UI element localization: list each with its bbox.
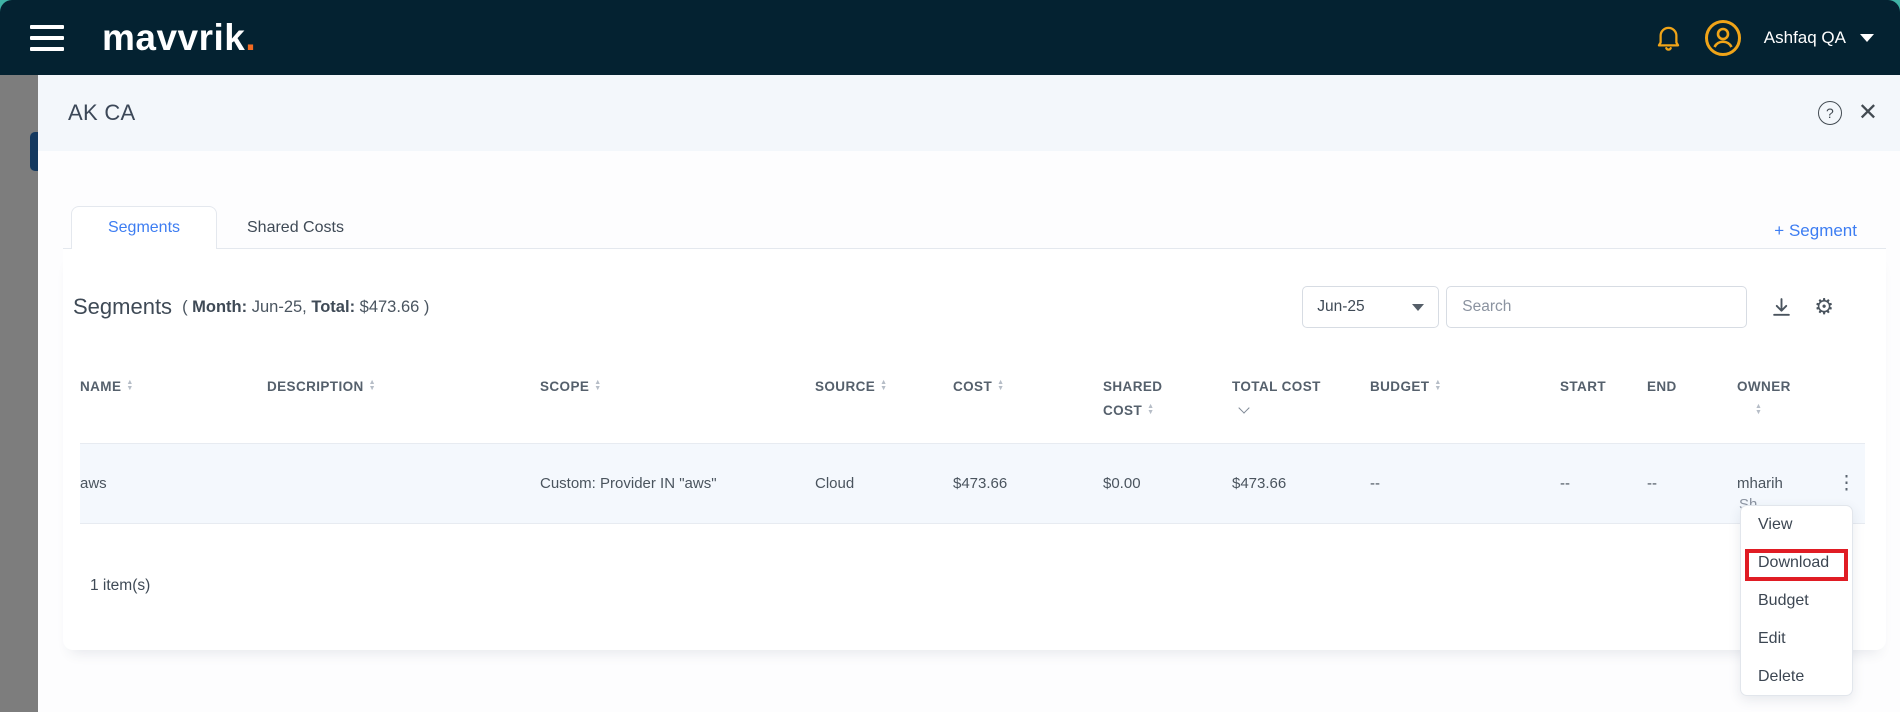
segments-table: NAME▲▼ DESCRIPTION▲▼ SCOPE▲▼ SOURCE▲▼ CO… xyxy=(80,365,1865,524)
col-description[interactable]: DESCRIPTION▲▼ xyxy=(267,365,540,443)
sort-icon: ▲▼ xyxy=(1755,404,1762,416)
col-scope[interactable]: SCOPE▲▼ xyxy=(540,365,815,443)
brand-dot: . xyxy=(245,17,256,58)
notification-bell-icon[interactable] xyxy=(1655,23,1682,53)
col-budget[interactable]: BUDGET▲▼ xyxy=(1370,365,1560,443)
navbar-right-group: Ashfaq QA xyxy=(1655,0,1874,75)
month-value: Jun-25, xyxy=(252,298,307,316)
close-icon[interactable]: ✕ xyxy=(1858,101,1878,125)
sort-icon: ▲▼ xyxy=(594,380,601,392)
month-dropdown[interactable]: Jun-25 xyxy=(1302,286,1439,328)
cell-cost: $473.66 xyxy=(953,443,1103,523)
col-actions xyxy=(1837,365,1865,443)
col-source[interactable]: SOURCE▲▼ xyxy=(815,365,953,443)
col-end[interactable]: END xyxy=(1647,365,1737,443)
app-root: mavvrik. Ashfaq QA xyxy=(0,0,1900,712)
page-title: AK CA xyxy=(68,100,136,126)
cell-start: -- xyxy=(1560,443,1647,523)
menu-item-budget[interactable]: Budget xyxy=(1741,582,1852,620)
help-icon[interactable]: ? xyxy=(1818,101,1842,125)
chevron-down-icon xyxy=(1412,304,1424,311)
table-header-row: NAME▲▼ DESCRIPTION▲▼ SCOPE▲▼ SOURCE▲▼ CO… xyxy=(80,365,1865,443)
search-input[interactable] xyxy=(1446,286,1747,328)
item-count: 1 item(s) xyxy=(90,577,150,595)
section-title: Segments xyxy=(73,294,172,320)
cell-budget: -- xyxy=(1370,443,1560,523)
col-name[interactable]: NAME▲▼ xyxy=(80,365,267,443)
menu-item-edit[interactable]: Edit xyxy=(1741,620,1852,658)
add-segment-button[interactable]: + Segment xyxy=(1774,221,1857,241)
sort-icon: ▲▼ xyxy=(880,380,887,392)
row-context-menu: View Download Budget Edit Delete xyxy=(1740,505,1853,696)
col-cost[interactable]: COST▲▼ xyxy=(953,365,1103,443)
cell-scope: Custom: Provider IN "aws" xyxy=(540,443,815,523)
menu-item-view[interactable]: View xyxy=(1741,506,1852,544)
month-label: Month: xyxy=(192,298,247,316)
panel-header: AK CA ? ✕ xyxy=(38,75,1900,151)
col-total-cost[interactable]: TOTAL COST xyxy=(1232,365,1370,443)
tab-bar: Segments Shared Costs + Segment xyxy=(71,206,1857,249)
card-heading-row: Segments ( Month: Jun-25, Total: $473.66… xyxy=(73,285,1860,329)
menu-item-delete[interactable]: Delete xyxy=(1741,658,1852,696)
total-value: $473.66 xyxy=(360,298,420,316)
sort-icon: ▲▼ xyxy=(369,380,376,392)
brand-logo[interactable]: mavvrik. xyxy=(102,17,256,59)
cell-end: -- xyxy=(1647,443,1737,523)
col-start[interactable]: START xyxy=(1560,365,1647,443)
chevron-down-icon xyxy=(1860,34,1874,42)
tab-segments[interactable]: Segments xyxy=(71,206,217,249)
sort-icon: ▲▼ xyxy=(1147,404,1154,416)
table-controls: Jun-25 ⚙ xyxy=(1302,285,1834,329)
month-dropdown-value: Jun-25 xyxy=(1317,298,1364,316)
menu-item-download[interactable]: Download xyxy=(1741,544,1852,582)
cell-name: aws xyxy=(80,443,267,523)
user-avatar-icon[interactable] xyxy=(1704,19,1742,57)
hamburger-menu-icon[interactable] xyxy=(30,25,64,51)
col-shared-cost[interactable]: SHARED COST▲▼ xyxy=(1103,365,1232,443)
top-navbar: mavvrik. Ashfaq QA xyxy=(0,0,1900,75)
meta-close: ) xyxy=(424,298,430,316)
sort-icon: ▲▼ xyxy=(1434,380,1441,392)
user-menu[interactable]: Ashfaq QA xyxy=(1764,28,1874,48)
sort-icon: ▲▼ xyxy=(126,380,133,392)
tab-shared-costs[interactable]: Shared Costs xyxy=(217,206,374,249)
gear-icon[interactable]: ⚙ xyxy=(1814,294,1834,320)
cell-description xyxy=(267,443,540,523)
cell-source: Cloud xyxy=(815,443,953,523)
sort-icon: ▲▼ xyxy=(997,380,1004,392)
detail-panel: AK CA ? ✕ Segments Shared Costs + Segmen… xyxy=(38,75,1900,712)
sort-desc-icon xyxy=(1238,402,1249,413)
download-icon[interactable] xyxy=(1771,297,1792,318)
user-name: Ashfaq QA xyxy=(1764,28,1846,48)
cell-shared-cost: $0.00 xyxy=(1103,443,1232,523)
brand-text: mavvrik xyxy=(102,17,245,58)
col-owner[interactable]: OWNER ▲▼ xyxy=(1737,365,1837,443)
total-label: Total: xyxy=(311,298,355,316)
table-row[interactable]: aws Custom: Provider IN "aws" Cloud $473… xyxy=(80,443,1865,523)
cell-total-cost: $473.66 xyxy=(1232,443,1370,523)
kebab-menu-icon[interactable]: ⋮ xyxy=(1837,473,1856,494)
panel-header-icons: ? ✕ xyxy=(1818,101,1878,125)
section-meta: ( Month: Jun-25, Total: $473.66 ) xyxy=(182,298,429,317)
segments-card: Segments ( Month: Jun-25, Total: $473.66… xyxy=(63,248,1886,650)
meta-open: ( xyxy=(182,298,188,316)
